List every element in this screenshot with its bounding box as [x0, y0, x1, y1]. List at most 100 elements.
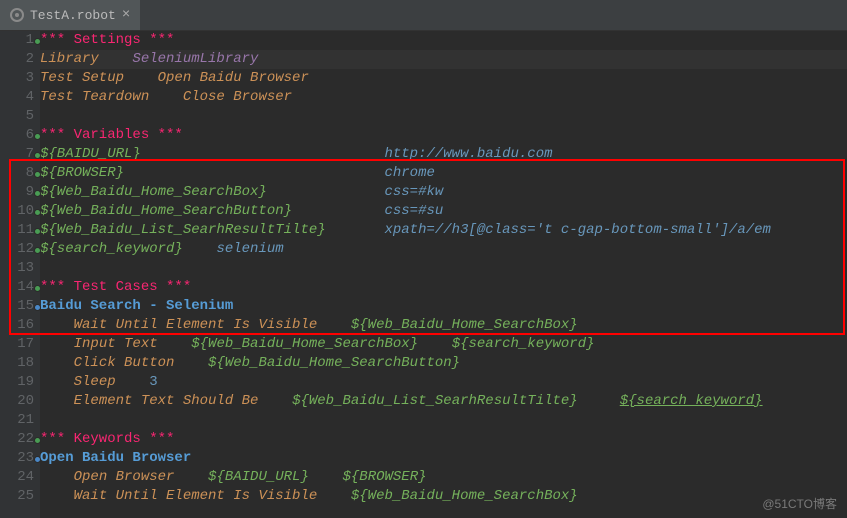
code-token: ${Web_Baidu_Home_SearchBox}	[191, 336, 418, 352]
gutter-marker-icon	[34, 171, 41, 178]
code-line[interactable]: 11${Web_Baidu_List_SearhResultTilte} xpa…	[40, 221, 847, 240]
code-token	[99, 51, 133, 67]
code-token	[141, 146, 385, 162]
code-line[interactable]: 12${search_keyword} selenium	[40, 240, 847, 259]
line-number: 24	[0, 468, 34, 487]
code-editor[interactable]: 1*** Settings ***2Library SeleniumLibrar…	[0, 31, 847, 518]
code-area[interactable]: 1*** Settings ***2Library SeleniumLibrar…	[40, 31, 847, 506]
line-number: 18	[0, 354, 34, 373]
code-token: Test Teardown	[40, 89, 149, 105]
gutter-marker-icon	[34, 456, 41, 463]
code-token: ${Web_Baidu_Home_SearchBox}	[40, 184, 267, 200]
code-token: ${Web_Baidu_Home_SearchBox}	[351, 488, 578, 504]
code-token: xpath=//h3[@class='t c-gap-bottom-small'…	[384, 222, 770, 238]
code-line[interactable]: 8${BROWSER} chrome	[40, 164, 847, 183]
code-token	[40, 469, 74, 485]
code-line[interactable]: 17 Input Text ${Web_Baidu_Home_SearchBox…	[40, 335, 847, 354]
code-token: ${Web_Baidu_List_SearhResultTilte}	[292, 393, 578, 409]
line-number: 4	[0, 88, 34, 107]
code-line[interactable]: 10${Web_Baidu_Home_SearchButton} css=#su	[40, 202, 847, 221]
code-token: Element Text Should Be	[74, 393, 259, 409]
code-token	[40, 355, 74, 371]
code-token: Sleep	[74, 374, 116, 390]
code-token	[116, 374, 150, 390]
code-line[interactable]: 6*** Variables ***	[40, 126, 847, 145]
line-number: 12	[0, 240, 34, 259]
code-token	[149, 89, 183, 105]
code-line[interactable]: 22*** Keywords ***	[40, 430, 847, 449]
line-number: 3	[0, 69, 34, 88]
code-line[interactable]: 19 Sleep 3	[40, 373, 847, 392]
code-line[interactable]: 18 Click Button ${Web_Baidu_Home_SearchB…	[40, 354, 847, 373]
code-token	[317, 317, 351, 333]
code-token	[183, 241, 217, 257]
gutter-marker-icon	[34, 437, 41, 444]
gutter-marker-icon	[34, 209, 41, 216]
tab-bar: TestA.robot ×	[0, 0, 847, 31]
code-token: *** Test Cases ***	[40, 279, 191, 295]
code-line[interactable]: 2Library SeleniumLibrary	[40, 50, 847, 69]
code-token	[158, 336, 192, 352]
code-token	[174, 355, 208, 371]
code-line[interactable]: 1*** Settings ***	[40, 31, 847, 50]
line-number: 17	[0, 335, 34, 354]
code-line[interactable]: 15Baidu Search - Selenium	[40, 297, 847, 316]
code-line[interactable]: 23Open Baidu Browser	[40, 449, 847, 468]
code-token: 3	[149, 374, 157, 390]
line-number: 15	[0, 297, 34, 316]
code-token: http://www.baidu.com	[384, 146, 552, 162]
line-number: 6	[0, 126, 34, 145]
code-token: SeleniumLibrary	[132, 51, 258, 67]
code-token: ${Web_Baidu_List_SearhResultTilte}	[40, 222, 326, 238]
code-token: Open Browser	[74, 469, 175, 485]
code-token: css=#kw	[384, 184, 443, 200]
close-icon[interactable]: ×	[122, 7, 130, 23]
code-line[interactable]: 3Test Setup Open Baidu Browser	[40, 69, 847, 88]
code-token: *** Keywords ***	[40, 431, 174, 447]
code-line[interactable]: 25 Wait Until Element Is Visible ${Web_B…	[40, 487, 847, 506]
code-token	[40, 374, 74, 390]
code-line[interactable]: 7${BAIDU_URL} http://www.baidu.com	[40, 145, 847, 164]
code-token: selenium	[216, 241, 283, 257]
gutter-marker-icon	[34, 152, 41, 159]
line-number: 22	[0, 430, 34, 449]
line-number: 7	[0, 145, 34, 164]
gutter-marker-icon	[34, 190, 41, 197]
line-number: 5	[0, 107, 34, 126]
code-token	[40, 317, 74, 333]
code-token	[309, 469, 343, 485]
code-token: Library	[40, 51, 99, 67]
line-number: 10	[0, 202, 34, 221]
code-line[interactable]: 9${Web_Baidu_Home_SearchBox} css=#kw	[40, 183, 847, 202]
code-token	[418, 336, 452, 352]
code-token	[317, 488, 351, 504]
line-number: 16	[0, 316, 34, 335]
code-token	[292, 203, 384, 219]
code-line[interactable]: 16 Wait Until Element Is Visible ${Web_B…	[40, 316, 847, 335]
code-token: Baidu Search - Selenium	[40, 298, 233, 314]
gutter-marker-icon	[34, 38, 41, 45]
code-token	[40, 488, 74, 504]
code-token	[258, 393, 292, 409]
code-line[interactable]: 14*** Test Cases ***	[40, 278, 847, 297]
code-token: *** Variables ***	[40, 127, 183, 143]
robot-file-icon	[10, 8, 24, 22]
code-token: *** Settings ***	[40, 32, 174, 48]
code-line[interactable]: 24 Open Browser ${BAIDU_URL} ${BROWSER}	[40, 468, 847, 487]
code-line[interactable]: 20 Element Text Should Be ${Web_Baidu_Li…	[40, 392, 847, 411]
file-tab[interactable]: TestA.robot ×	[0, 0, 140, 30]
code-line[interactable]: 4Test Teardown Close Browser	[40, 88, 847, 107]
line-number: 8	[0, 164, 34, 183]
line-number: 11	[0, 221, 34, 240]
line-number: 19	[0, 373, 34, 392]
code-token: Open Baidu Browser	[40, 450, 191, 466]
gutter-marker-icon	[34, 133, 41, 140]
line-number: 13	[0, 259, 34, 278]
code-line[interactable]: 13	[40, 259, 847, 278]
gutter-marker-icon	[34, 228, 41, 235]
code-line[interactable]: 21	[40, 411, 847, 430]
code-token: ${BAIDU_URL}	[40, 146, 141, 162]
code-line[interactable]: 5	[40, 107, 847, 126]
code-token: css=#su	[384, 203, 443, 219]
code-token	[174, 469, 208, 485]
